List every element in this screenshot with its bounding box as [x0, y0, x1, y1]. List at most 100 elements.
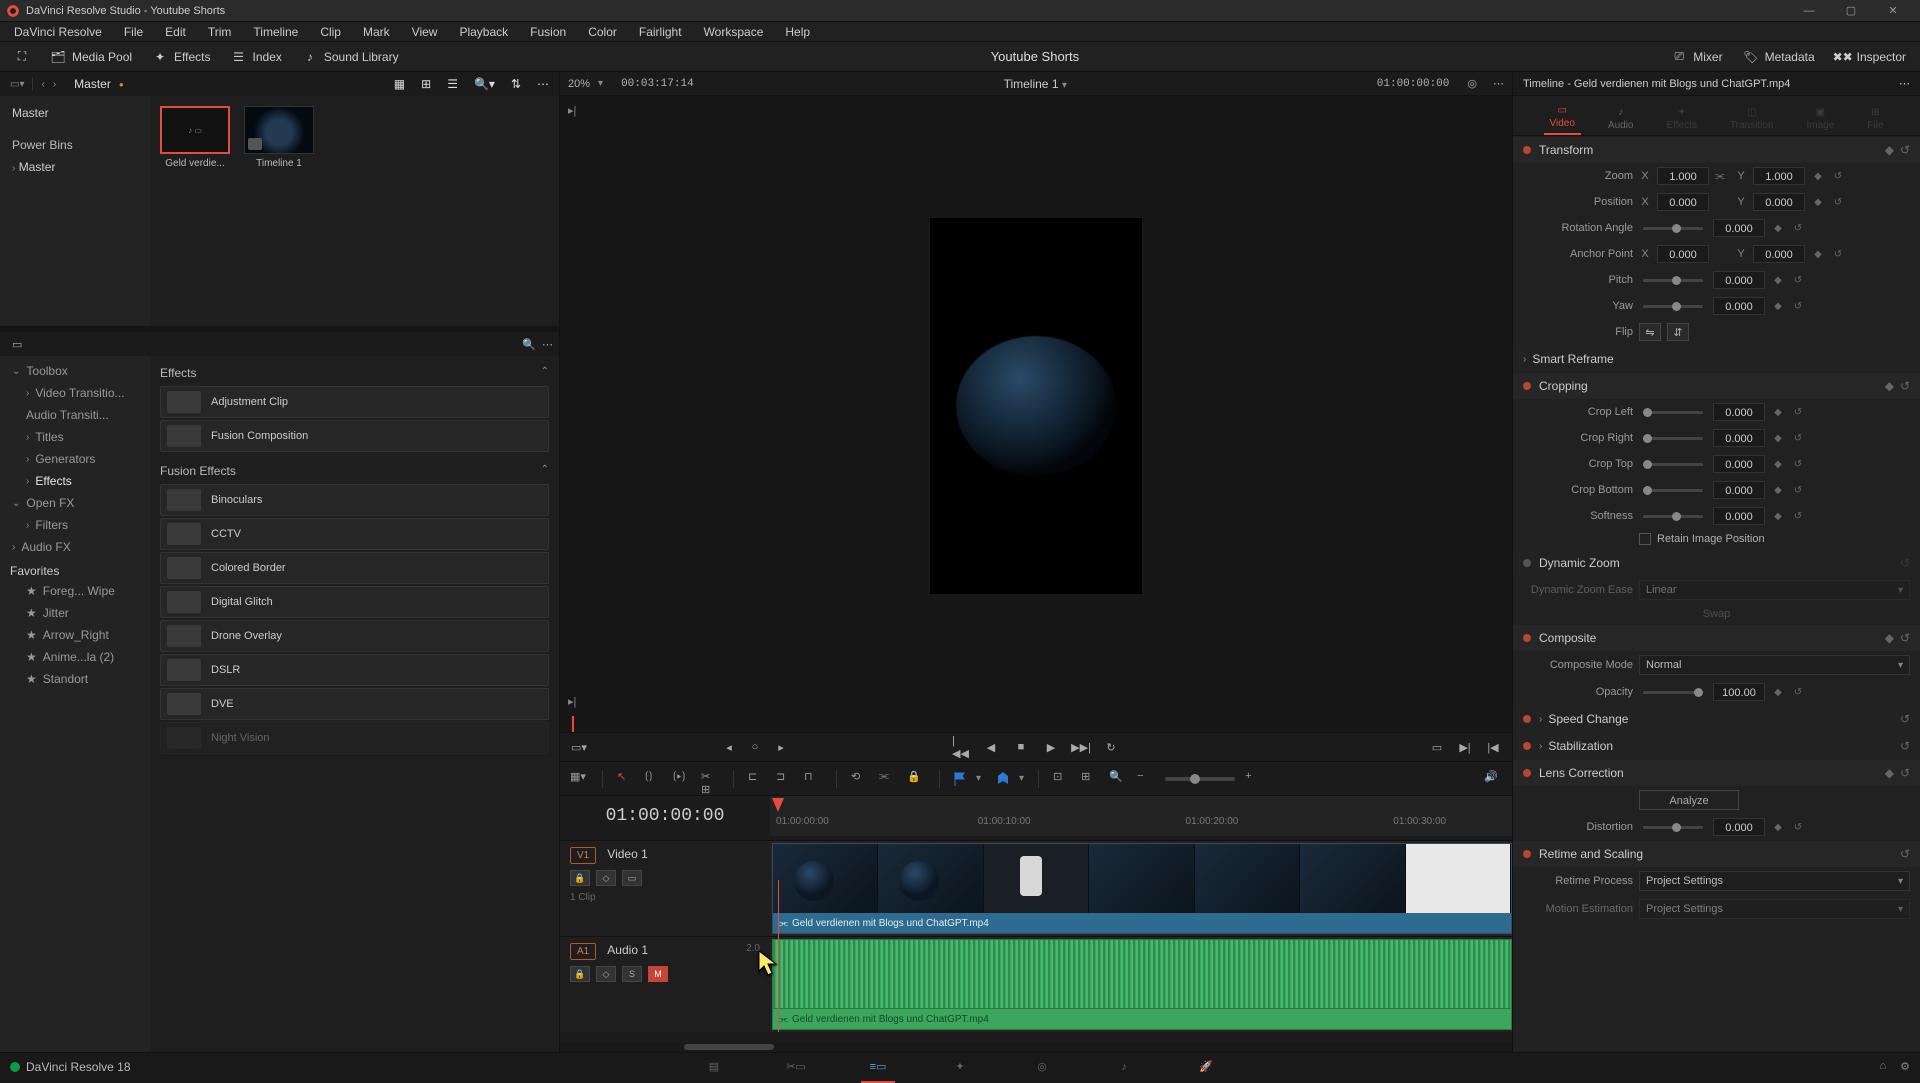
- marker-dropdown[interactable]: [997, 772, 1009, 786]
- section-stabilization[interactable]: ›Stabilization↺: [1513, 733, 1920, 759]
- play-reverse-button[interactable]: ◀: [982, 738, 1000, 756]
- window-minimize-button[interactable]: ―: [1788, 0, 1830, 22]
- bin-clip-geld-verdienen[interactable]: ♪ ▭ Geld verdie...: [160, 106, 230, 169]
- yaw-slider[interactable]: [1643, 305, 1703, 308]
- bin-layout-icon[interactable]: ▭▾: [10, 79, 24, 90]
- play-button[interactable]: ▶: [1042, 738, 1060, 756]
- fx-fav-anime[interactable]: ★ Anime...la (2): [0, 646, 150, 668]
- fx-cat-audiofx[interactable]: ›Audio FX: [0, 536, 150, 558]
- view-list-icon[interactable]: ☰: [447, 77, 458, 91]
- last-frame-button[interactable]: ▶▶|: [1072, 738, 1090, 756]
- prev-clip-button[interactable]: ◂: [720, 738, 738, 756]
- zoom-custom-button[interactable]: 🔍: [1109, 770, 1127, 788]
- match-frame-button[interactable]: ▭: [1428, 738, 1446, 756]
- crop-top-input[interactable]: 0.000: [1713, 455, 1765, 473]
- analyze-button[interactable]: Analyze: [1639, 790, 1739, 810]
- menu-timeline[interactable]: Timeline: [243, 23, 308, 41]
- opacity-input[interactable]: 100.00: [1713, 683, 1765, 701]
- viewer-playhead[interactable]: [572, 716, 574, 732]
- track-name-a1[interactable]: Audio 1: [607, 943, 648, 957]
- section-lens-correction[interactable]: Lens Correction◆↺: [1513, 760, 1920, 786]
- first-frame-button[interactable]: |◀◀: [952, 738, 970, 756]
- fullscreen-toggle[interactable]: ⛶: [4, 45, 40, 69]
- pitch-slider[interactable]: [1643, 279, 1703, 282]
- track-mute-a1[interactable]: M: [648, 966, 668, 982]
- yaw-input[interactable]: 0.000: [1713, 297, 1765, 315]
- menu-help[interactable]: Help: [775, 23, 820, 41]
- anchor-x-input[interactable]: 0.000: [1657, 245, 1709, 263]
- jump-prev-button[interactable]: |◀: [1484, 738, 1502, 756]
- composite-mode-dropdown[interactable]: Normal▾: [1639, 655, 1910, 675]
- bin-options-icon[interactable]: ⋯: [537, 77, 549, 91]
- softness-slider[interactable]: [1643, 515, 1703, 518]
- menu-workspace[interactable]: Workspace: [694, 23, 774, 41]
- inspector-tab-image[interactable]: ▣Image: [1800, 103, 1840, 135]
- bin-tree-master[interactable]: Master: [6, 102, 144, 124]
- timeline-view-options[interactable]: ▦▾: [570, 770, 588, 788]
- home-icon[interactable]: ⌂: [1879, 1060, 1886, 1073]
- inspector-tab-video[interactable]: ▭Video: [1544, 101, 1581, 135]
- section-retime-scaling[interactable]: Retime and Scaling↺: [1513, 841, 1920, 867]
- match-frame-icon[interactable]: ▸|: [568, 104, 576, 117]
- bin-back[interactable]: ‹: [41, 79, 44, 90]
- menu-fusion[interactable]: Fusion: [520, 23, 576, 41]
- crop-top-slider[interactable]: [1643, 463, 1703, 466]
- retain-image-checkbox[interactable]: [1639, 533, 1651, 545]
- fx-group-fusion-effects[interactable]: Fusion Effects⌃: [160, 460, 549, 482]
- flag-dropdown[interactable]: [954, 772, 966, 786]
- fx-item-digital-glitch[interactable]: Digital Glitch: [160, 586, 549, 618]
- fx-item-dve[interactable]: DVE: [160, 688, 549, 720]
- opacity-slider[interactable]: [1643, 691, 1703, 694]
- fx-item-dslr[interactable]: DSLR: [160, 654, 549, 686]
- fx-cat-titles[interactable]: ›Titles: [0, 426, 150, 448]
- track-solo-a1[interactable]: S: [622, 966, 642, 982]
- menu-color[interactable]: Color: [578, 23, 627, 41]
- video-clip[interactable]: ⫘Geld verdienen mit Blogs und ChatGPT.mp…: [772, 843, 1512, 934]
- section-smart-reframe[interactable]: ›Smart Reframe: [1513, 346, 1920, 372]
- track-header-v1[interactable]: V1 Video 1 🔒 ◇ ▭ 1 Clip: [560, 840, 770, 936]
- inspector-tab-transition[interactable]: ◫Transition: [1724, 103, 1780, 135]
- next-clip-button[interactable]: ▸: [772, 738, 790, 756]
- bin-fwd[interactable]: ›: [53, 79, 56, 90]
- page-media[interactable]: ▤: [703, 1056, 725, 1078]
- fx-cat-toolbox[interactable]: ⌄Toolbox: [0, 360, 150, 382]
- page-cut[interactable]: ✂▭: [785, 1056, 807, 1078]
- distortion-input[interactable]: 0.000: [1713, 818, 1765, 836]
- viewer-scrubber[interactable]: [560, 716, 1512, 732]
- menu-view[interactable]: View: [402, 23, 448, 41]
- bin-tree-powerbins-header[interactable]: Power Bins: [6, 134, 144, 156]
- inspector-tab-file[interactable]: ⊞File: [1861, 103, 1889, 135]
- pitch-input[interactable]: 0.000: [1713, 271, 1765, 289]
- position-lock-toggle[interactable]: 🔒: [907, 770, 925, 788]
- pos-y-input[interactable]: 0.000: [1753, 193, 1805, 211]
- track-badge-v1[interactable]: V1: [570, 847, 596, 864]
- effects-panel-stack-icon[interactable]: ▭: [12, 338, 22, 351]
- flip-v-button[interactable]: ⇵: [1667, 323, 1689, 341]
- metadata-toggle[interactable]: 🏷Metadata: [1733, 45, 1825, 69]
- loop-button[interactable]: ↻: [1102, 738, 1120, 756]
- page-fusion[interactable]: ✦: [949, 1056, 971, 1078]
- timeline-tracks-area[interactable]: ⫘Geld verdienen mit Blogs und ChatGPT.mp…: [770, 840, 1512, 1032]
- page-deliver[interactable]: 🚀: [1195, 1056, 1217, 1078]
- index-toggle[interactable]: ☰Index: [221, 45, 292, 69]
- track-name-v1[interactable]: Video 1: [607, 847, 647, 861]
- zoom-slider[interactable]: [1165, 777, 1235, 781]
- timeline-ruler[interactable]: 01:00:00:00 01:00:10:00 01:00:20:00 01:0…: [770, 796, 1512, 836]
- inspector-options-icon[interactable]: ⋯: [1899, 77, 1910, 90]
- window-maximize-button[interactable]: ▢: [1830, 0, 1872, 22]
- mixer-toggle[interactable]: ⎚Mixer: [1661, 45, 1732, 69]
- softness-input[interactable]: 0.000: [1713, 507, 1765, 525]
- stop-button[interactable]: ■: [1012, 738, 1030, 756]
- track-lane-v1[interactable]: ⫘Geld verdienen mit Blogs und ChatGPT.mp…: [770, 840, 1512, 936]
- view-grid-icon[interactable]: ⊞: [421, 77, 431, 91]
- menu-fairlight[interactable]: Fairlight: [629, 23, 692, 41]
- rotation-input[interactable]: 0.000: [1713, 219, 1765, 237]
- effects-search-icon[interactable]: 🔍: [522, 338, 536, 351]
- motion-est-dropdown[interactable]: Project Settings▾: [1639, 899, 1910, 919]
- overwrite-button[interactable]: ⊐: [776, 770, 794, 788]
- fx-group-effects[interactable]: Effects⌃: [160, 362, 549, 384]
- fx-item-fusion-composition[interactable]: Fusion Composition: [160, 420, 549, 452]
- zoom-out-button[interactable]: −: [1137, 770, 1155, 788]
- menu-clip[interactable]: Clip: [310, 23, 351, 41]
- audio-monitor-icon[interactable]: 🔊: [1484, 770, 1502, 788]
